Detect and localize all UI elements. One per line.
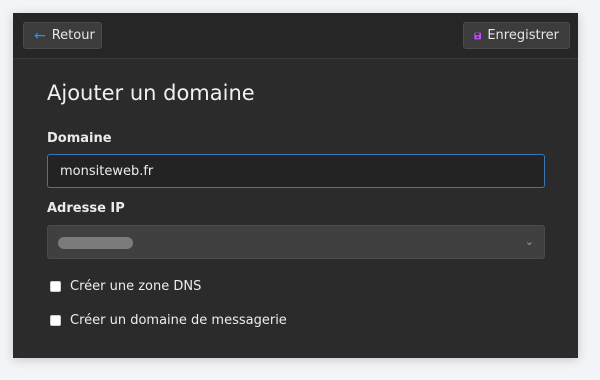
chevron-down-icon: ⌄ (524, 235, 534, 248)
save-button-label: Enregistrer (487, 28, 559, 43)
create-dns-zone-option[interactable]: Créer une zone DNS (50, 279, 201, 294)
ip-address-label: Adresse IP (47, 201, 125, 216)
floppy-disk-icon (474, 32, 482, 39)
create-mail-domain-checkbox[interactable] (50, 315, 61, 326)
domain-input[interactable] (47, 154, 545, 188)
save-button[interactable]: Enregistrer (463, 22, 570, 49)
ip-address-placeholder (58, 237, 133, 249)
create-dns-zone-checkbox[interactable] (50, 281, 61, 292)
arrow-left-icon: ← (34, 27, 46, 44)
page-title: Ajouter un domaine (47, 81, 255, 105)
ip-address-select[interactable]: ⌄ (47, 225, 545, 259)
create-mail-domain-label: Créer un domaine de messagerie (70, 313, 287, 328)
domain-label: Domaine (47, 131, 112, 146)
back-button-label: Retour (51, 28, 95, 43)
create-dns-zone-label: Créer une zone DNS (70, 279, 202, 294)
back-button[interactable]: ← Retour (23, 22, 102, 49)
add-domain-window: ← Retour Enregistrer Ajouter un domaine … (13, 13, 578, 358)
create-mail-domain-option[interactable]: Créer un domaine de messagerie (50, 313, 287, 328)
toolbar: ← Retour Enregistrer (13, 13, 578, 59)
